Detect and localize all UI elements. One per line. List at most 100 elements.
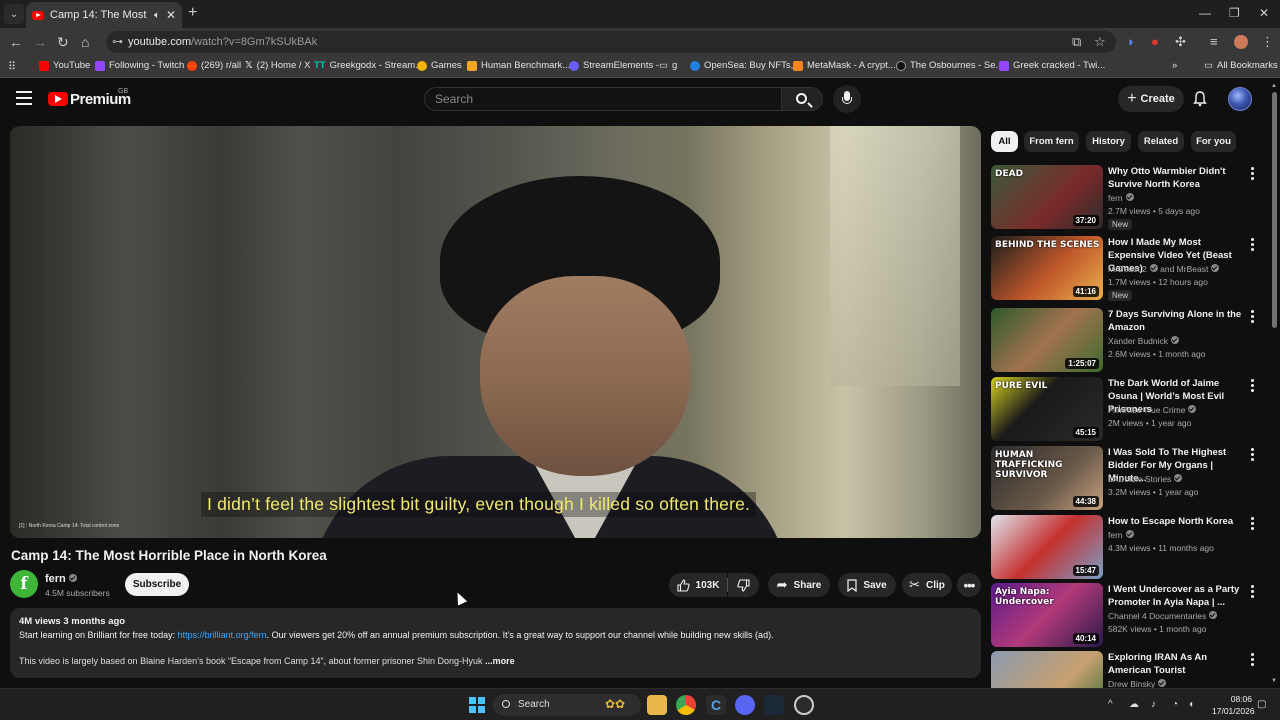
more-vertical-icon[interactable] [1251, 585, 1255, 600]
recommendation-item[interactable]: HUMAN TRAFFICKING SURVIVOR 44:38 I Was Sol… [991, 446, 1261, 510]
channel-name-text[interactable]: fern [45, 573, 66, 585]
bookmark-osbournes[interactable]: The Osbournes - Se... [896, 60, 1003, 71]
more-vertical-icon[interactable] [1251, 167, 1255, 182]
bookmark-twitch[interactable]: Following - Twitch [95, 60, 184, 71]
channel-name[interactable]: fern [45, 573, 77, 585]
recommendation-title[interactable]: I Went Undercover as a Party Promoter In… [1108, 583, 1246, 609]
recommendation-item[interactable]: Ayia Napa: Undercover 40:14 I Went Underco… [991, 583, 1261, 647]
video-thumbnail[interactable]: Ayia Napa: Undercover 40:14 [991, 583, 1103, 647]
channel-avatar[interactable]: f [10, 570, 38, 598]
bookmark-folder-g[interactable]: ▭ g [659, 60, 677, 71]
recommendation-title[interactable]: Why Otto Warmbier Didn't Survive North K… [1108, 165, 1246, 191]
home-icon[interactable]: ⌂ [81, 34, 89, 50]
tab-close-button[interactable]: ✕ [166, 8, 176, 22]
onedrive-icon[interactable]: ☁ [1129, 699, 1139, 710]
recommendation-title[interactable]: Exploring IRAN As An American Tourist [1108, 651, 1246, 677]
hamburger-menu-icon[interactable] [16, 91, 32, 105]
like-button[interactable]: 103K [669, 573, 727, 597]
chip-for-you[interactable]: For you [1191, 131, 1236, 152]
video-thumbnail[interactable]: DEAD 37:20 [991, 165, 1103, 229]
voice-search-button[interactable] [833, 85, 861, 113]
channel-name[interactable]: fern [1108, 530, 1123, 540]
wifi-icon[interactable]: ◔ [1172, 699, 1178, 710]
chip-related[interactable]: Related [1138, 131, 1184, 152]
back-arrow-icon[interactable]: ← [9, 34, 23, 50]
more-vertical-icon[interactable] [1251, 653, 1255, 668]
video-thumbnail[interactable]: BEHIND THE SCENES 41:16 [991, 236, 1103, 300]
chapter-label[interactable]: [1] : North Korea Camp 14: Total control… [19, 523, 119, 529]
tray-overflow-chevron-icon[interactable]: ^ [1108, 699, 1113, 710]
channel-name[interactable]: Xander Budnick [1108, 336, 1168, 346]
steam-icon[interactable] [764, 695, 784, 715]
search-button[interactable] [781, 87, 823, 111]
close-window-button[interactable]: ✕ [1259, 6, 1269, 20]
share-button[interactable]: ➦ Share [768, 573, 830, 597]
bookmark-human-benchmark[interactable]: Human Benchmark... [467, 60, 570, 71]
bookmark-x[interactable]: 𝕏 (2) Home / X [245, 60, 311, 71]
profile-avatar-icon[interactable] [1234, 35, 1248, 49]
account-avatar[interactable] [1228, 87, 1252, 111]
scroll-down-arrow-icon[interactable]: ▼ [1271, 678, 1277, 684]
save-button[interactable]: Save [838, 573, 896, 597]
media-controls-icon[interactable]: ≡ [1210, 34, 1218, 50]
ccleaner-icon[interactable]: C [706, 695, 726, 715]
bookmark-games[interactable]: Games [417, 60, 462, 71]
video-thumbnail[interactable]: PURE EVIL 45:15 [991, 377, 1103, 441]
more-actions-button[interactable]: ••• [957, 573, 981, 597]
dislike-button[interactable] [728, 573, 759, 597]
clip-button[interactable]: ✂ Clip [902, 573, 952, 597]
windows-start-icon[interactable] [469, 697, 485, 713]
forward-arrow-icon[interactable]: → [33, 34, 47, 50]
recommendation-title[interactable]: How to Escape North Korea [1108, 515, 1246, 528]
tab-search-button[interactable]: ⌄ [4, 4, 24, 24]
scroll-up-arrow-icon[interactable]: ▲ [1271, 83, 1277, 89]
brilliant-link[interactable]: https://brilliant.org/fern [178, 630, 267, 640]
recommendation-item[interactable]: DEAD 37:20 Why Otto Warmbier Didn't Surviv… [991, 165, 1261, 230]
volume-icon[interactable]: ◖ [1188, 699, 1194, 710]
notifications-bell-icon[interactable] [1193, 91, 1207, 107]
notifications-icon[interactable]: ▢ [1257, 699, 1266, 710]
recommendation-item[interactable]: 1:25:07 7 Days Surviving Alone in the Ama… [991, 308, 1261, 372]
channel-name[interactable]: LADbible Stories [1108, 474, 1171, 484]
settings-gear-icon[interactable] [794, 695, 814, 715]
bookmark-greek-cracked[interactable]: Greek cracked - Twi... [999, 60, 1105, 71]
bookmark-star-icon[interactable]: ☆ [1094, 34, 1106, 50]
chip-history[interactable]: History [1086, 131, 1131, 152]
show-more-button[interactable]: ...more [485, 656, 515, 666]
bookmark-streamelements[interactable]: StreamElements - [569, 60, 659, 71]
browser-tab-active[interactable]: Camp 14: The Most Horrib 🔈︎ ✕ [26, 2, 182, 28]
subscribe-button[interactable]: Subscribe [125, 573, 189, 596]
more-vertical-icon[interactable] [1251, 310, 1255, 325]
more-vertical-icon[interactable] [1251, 448, 1255, 463]
recommendation-item[interactable]: PURE EVIL 45:15 The Dark World of Jaime Os… [991, 377, 1261, 441]
more-vertical-icon[interactable] [1251, 379, 1255, 394]
video-thumbnail[interactable]: 1:25:07 [991, 308, 1103, 372]
clock[interactable]: 08:06 17/01/2026 [1212, 693, 1255, 717]
reload-icon[interactable]: ↻ [57, 34, 69, 50]
recommendation-item[interactable]: 15:47 How to Escape North Korea fern 4.3M v… [991, 515, 1261, 579]
address-bar[interactable]: ⊶ youtube.com/watch?v=8Gm7kSUkBAk ⧉ ☆ [106, 31, 1116, 53]
description-box[interactable]: 4M views 3 months ago Start learning on … [10, 608, 981, 678]
speaker-icon[interactable]: 🔈︎ [154, 10, 160, 21]
create-button[interactable]: + Create [1118, 86, 1184, 112]
recommendation-item[interactable]: BEHIND THE SCENES 41:16 How I Made My Most… [991, 236, 1261, 301]
bookmark-youtube[interactable]: YouTube [39, 60, 90, 71]
extension-icon[interactable]: ◗ [1127, 34, 1135, 50]
microphone-icon[interactable]: ♪ [1151, 699, 1156, 710]
install-app-icon[interactable]: ⧉ [1072, 34, 1081, 50]
more-vertical-icon[interactable] [1251, 238, 1255, 253]
video-player[interactable]: I didn’t feel the slightest bit guilty, … [10, 126, 981, 538]
channel-name[interactable]: MrBeast 2 [1108, 264, 1147, 274]
browser-menu-icon[interactable]: ⋮ [1261, 34, 1274, 50]
all-bookmarks-button[interactable]: ▭ All Bookmarks [1204, 60, 1278, 71]
bookmarks-overflow-button[interactable]: » [1172, 60, 1177, 71]
bookmark-greekgodx[interactable]: TT Greekgodx - Stream... [314, 60, 423, 71]
discord-icon[interactable] [735, 695, 755, 715]
extensions-puzzle-icon[interactable]: ✣ [1175, 34, 1186, 50]
channel-name[interactable]: fern [1108, 193, 1123, 203]
channel-name[interactable]: FilmRise True Crime [1108, 405, 1185, 415]
apps-grid-icon[interactable]: ⠿ [8, 59, 16, 75]
search-input[interactable] [435, 92, 765, 106]
chip-from-fern[interactable]: From fern [1024, 131, 1079, 152]
youtube-logo-icon[interactable] [48, 92, 68, 106]
